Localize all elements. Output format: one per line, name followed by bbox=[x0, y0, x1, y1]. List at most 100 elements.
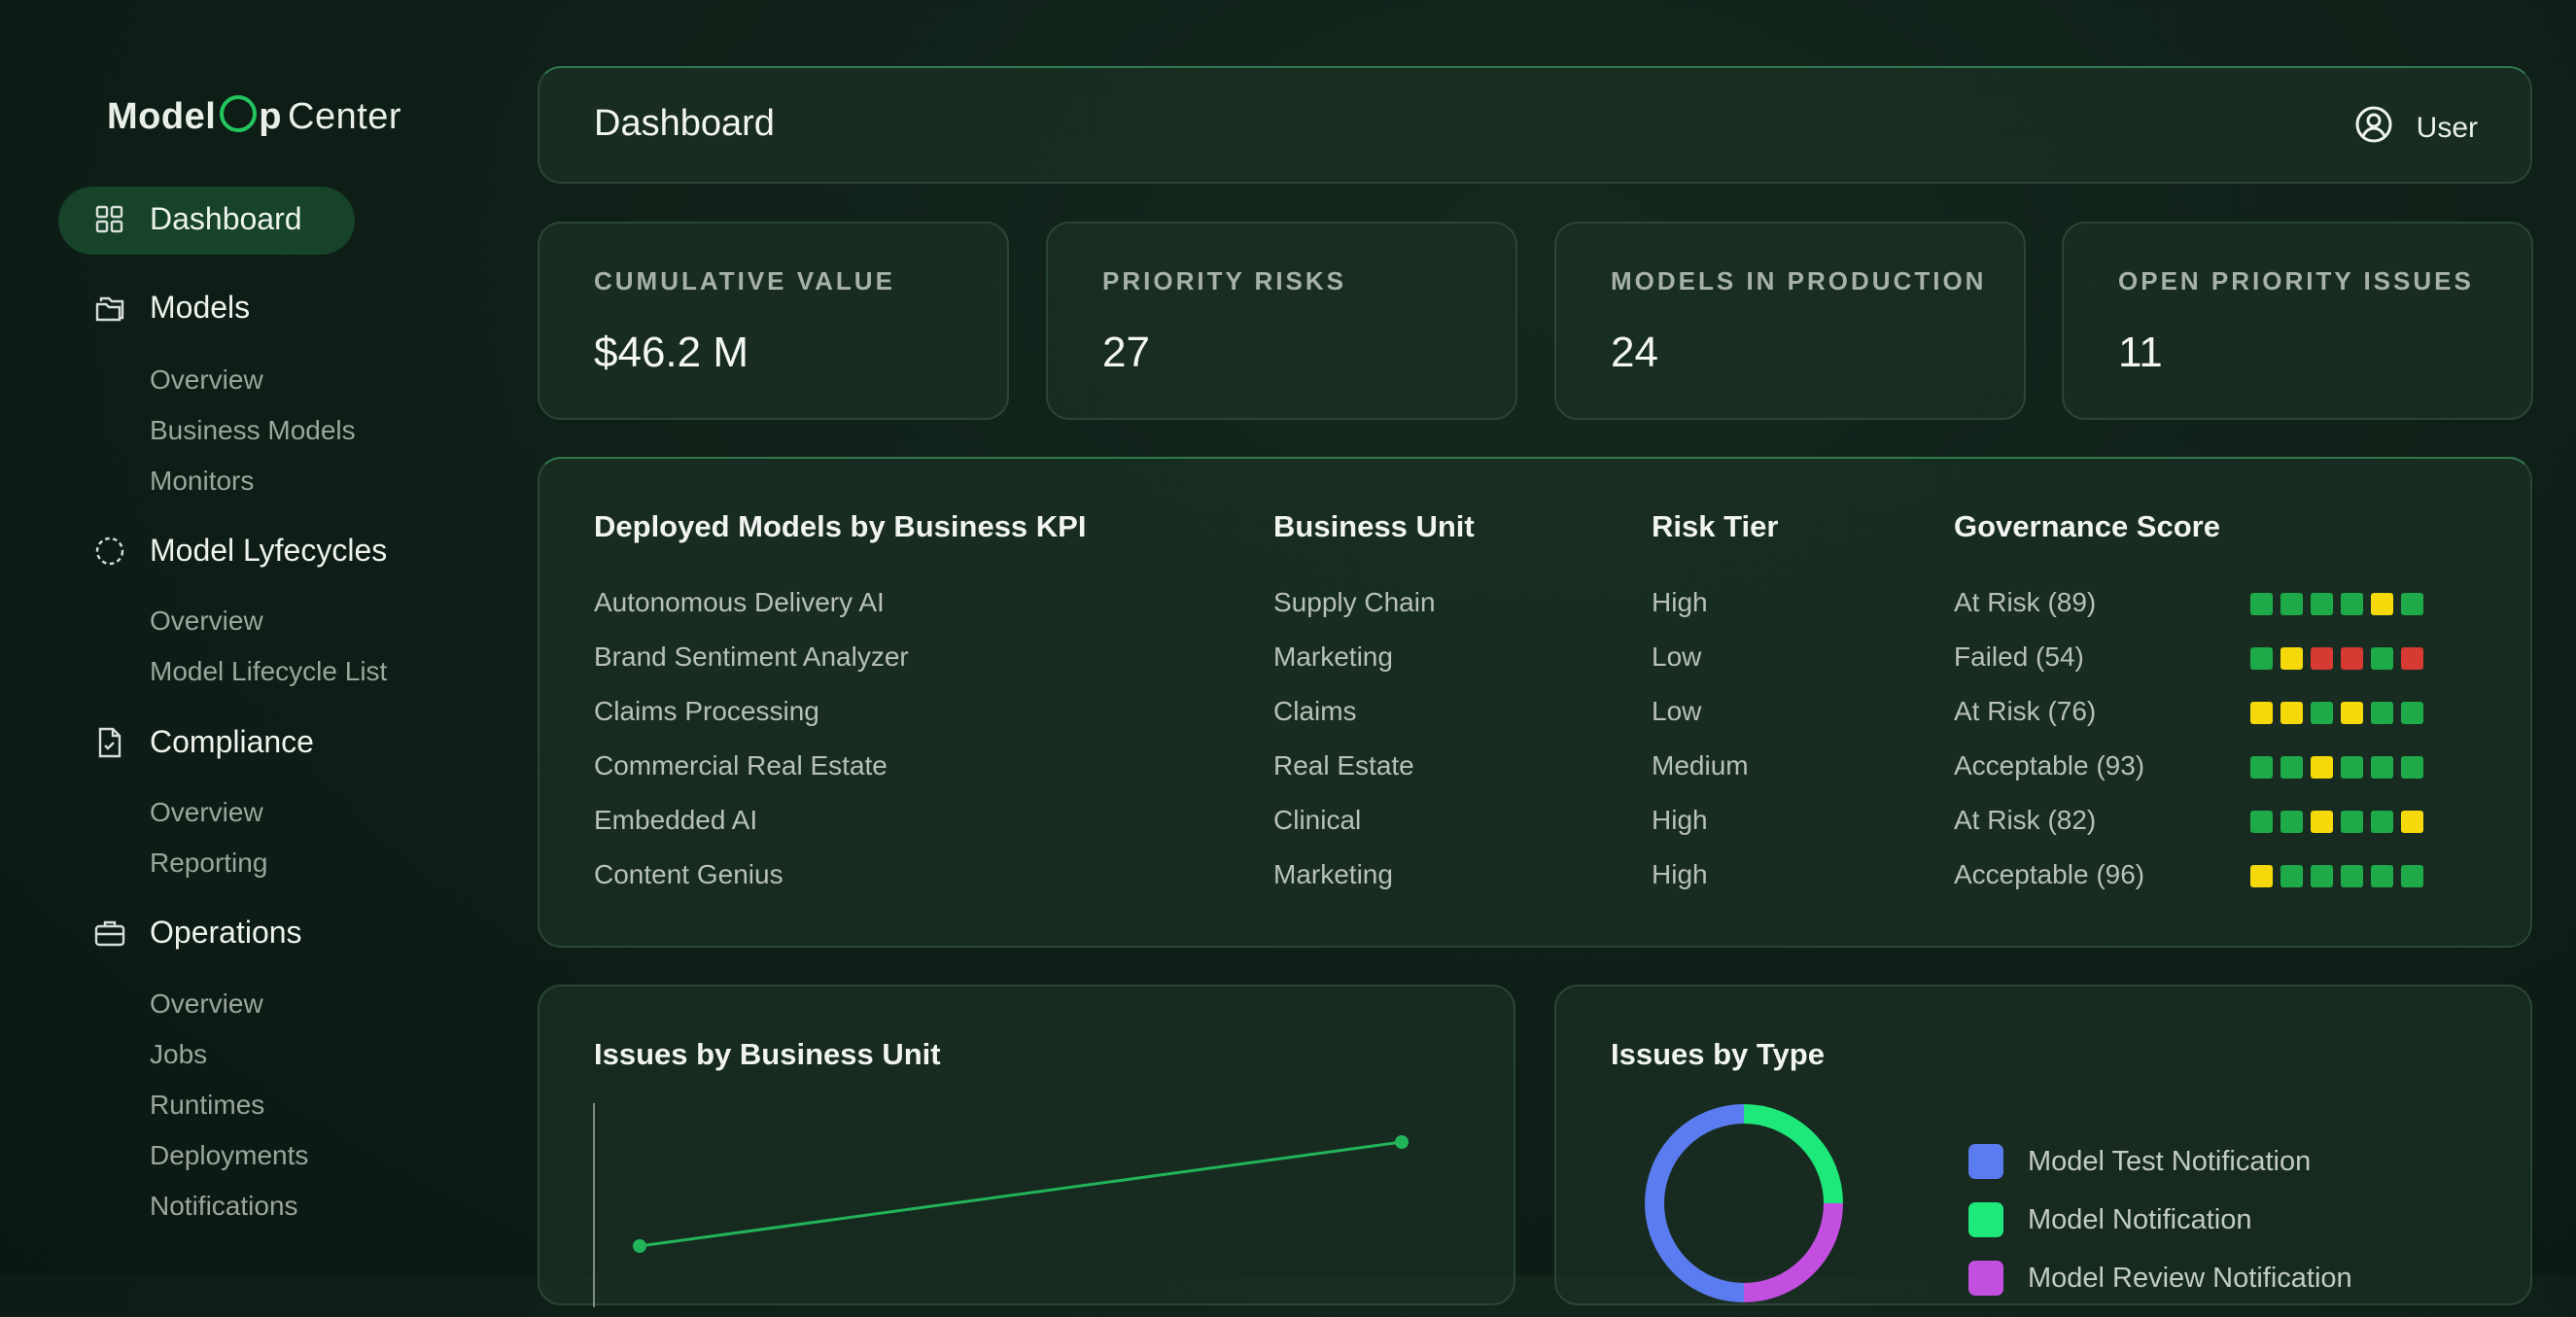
sidebar-subitem-notifications[interactable]: Notifications bbox=[150, 1191, 298, 1222]
series-line bbox=[639, 1140, 1403, 1248]
governance-score-blocks bbox=[2250, 702, 2423, 724]
governance-score-blocks bbox=[2250, 593, 2423, 615]
cell-business-unit: Supply Chain bbox=[1273, 587, 1436, 617]
cell-governance-score: At Risk (82) bbox=[1954, 805, 2097, 835]
cell-business-unit: Marketing bbox=[1273, 859, 1393, 889]
cell-model-name[interactable]: Embedded AI bbox=[594, 805, 757, 836]
app-logo[interactable]: Model p Center bbox=[107, 95, 401, 138]
score-block bbox=[2250, 647, 2273, 670]
score-block bbox=[2341, 702, 2363, 724]
sidebar-item-operations[interactable]: Operations bbox=[93, 915, 302, 951]
score-block bbox=[2280, 865, 2303, 887]
cell-risk-tier: Medium bbox=[1652, 750, 1749, 780]
legend-item-model-test-notification: Model Test Notification bbox=[1968, 1144, 2311, 1179]
donut-segment-model-test-notification bbox=[1645, 1104, 1745, 1302]
sidebar-subitem-reporting[interactable]: Reporting bbox=[150, 848, 267, 879]
sidebar-subitem-models-overview[interactable]: Overview bbox=[150, 364, 263, 396]
cell-model-name[interactable]: Brand Sentiment Analyzer bbox=[594, 641, 909, 673]
score-block bbox=[2280, 593, 2303, 615]
cell-governance-score: At Risk (89) bbox=[1954, 587, 2097, 617]
sidebar-subitem-monitors[interactable]: Monitors bbox=[150, 466, 254, 497]
score-block bbox=[2341, 811, 2363, 833]
chart-title: Issues by Type bbox=[1611, 1037, 1825, 1071]
sidebar-subitem-operations-overview[interactable]: Overview bbox=[150, 988, 263, 1020]
score-block bbox=[2250, 756, 2273, 779]
score-block bbox=[2341, 647, 2363, 670]
score-block bbox=[2250, 702, 2273, 724]
column-header-risk-tier: Risk Tier bbox=[1652, 509, 1779, 543]
cell-model-name[interactable]: Content Genius bbox=[594, 859, 783, 890]
sidebar-subitem-lifecycles-overview[interactable]: Overview bbox=[150, 606, 263, 637]
sidebar-subitem-compliance-overview[interactable]: Overview bbox=[150, 797, 263, 828]
sidebar-item-label: Compliance bbox=[150, 724, 314, 759]
sidebar-item-compliance[interactable]: Compliance bbox=[93, 724, 314, 760]
legend-item-model-review-notification: Model Review Notification bbox=[1968, 1261, 2352, 1296]
sidebar-subitem-deployments[interactable]: Deployments bbox=[150, 1140, 308, 1171]
cell-business-unit: Clinical bbox=[1273, 805, 1362, 835]
score-block bbox=[2311, 811, 2333, 833]
score-block bbox=[2371, 647, 2393, 670]
score-block bbox=[2401, 647, 2423, 670]
cell-model-name[interactable]: Claims Processing bbox=[594, 696, 819, 727]
deployed-models-table: Deployed Models by Business KPI Business… bbox=[538, 457, 2532, 948]
dashed-circle-icon bbox=[93, 535, 126, 568]
cell-risk-tier: High bbox=[1652, 859, 1708, 889]
grid-icon bbox=[93, 203, 126, 236]
issues-line-chart bbox=[593, 1103, 1409, 1307]
sidebar-item-models[interactable]: Models bbox=[93, 290, 250, 326]
sidebar-subitem-jobs[interactable]: Jobs bbox=[150, 1039, 207, 1070]
logo-text-model: Model bbox=[107, 96, 217, 137]
sidebar-subitem-model-lifecycle-list[interactable]: Model Lifecycle List bbox=[150, 656, 387, 687]
stat-card-models-in-production: MODELS IN PRODUCTION 24 bbox=[1554, 222, 2026, 420]
sidebar-item-label: Models bbox=[150, 290, 251, 325]
score-block bbox=[2250, 865, 2273, 887]
stat-label: MODELS IN PRODUCTION bbox=[1611, 266, 1987, 295]
score-block bbox=[2280, 647, 2303, 670]
score-block bbox=[2401, 702, 2423, 724]
cell-business-unit: Marketing bbox=[1273, 641, 1393, 672]
cell-model-name[interactable]: Commercial Real Estate bbox=[594, 750, 888, 781]
sidebar-subitem-runtimes[interactable]: Runtimes bbox=[150, 1090, 264, 1121]
legend-item-model-notification: Model Notification bbox=[1968, 1202, 2252, 1237]
sidebar-subitem-business-models[interactable]: Business Models bbox=[150, 415, 356, 446]
stat-value: 24 bbox=[1611, 329, 1658, 376]
sidebar-item-dashboard[interactable]: Dashboard bbox=[93, 201, 302, 237]
governance-score-blocks bbox=[2250, 811, 2423, 833]
user-circle-icon bbox=[2354, 105, 2393, 152]
score-block bbox=[2341, 593, 2363, 615]
score-block bbox=[2341, 756, 2363, 779]
user-label: User bbox=[2416, 112, 2478, 144]
column-header-business-unit: Business Unit bbox=[1273, 509, 1475, 543]
sidebar-item-label: Model Lyfecycles bbox=[150, 533, 388, 568]
cell-governance-score: Failed (54) bbox=[1954, 641, 2084, 672]
stat-label: OPEN PRIORITY ISSUES bbox=[2118, 266, 2474, 295]
data-point bbox=[1395, 1135, 1409, 1149]
score-block bbox=[2371, 593, 2393, 615]
score-block bbox=[2250, 811, 2273, 833]
sidebar-item-model-lyfecycles[interactable]: Model Lyfecycles bbox=[93, 533, 387, 569]
cell-model-name[interactable]: Autonomous Delivery AI bbox=[594, 587, 885, 618]
legend-label: Model Review Notification bbox=[2028, 1262, 2352, 1294]
cell-governance-score: At Risk (76) bbox=[1954, 696, 2097, 726]
sidebar-item-label: Operations bbox=[150, 915, 302, 950]
stat-value: 27 bbox=[1102, 329, 1150, 376]
sidebar-item-label: Dashboard bbox=[150, 201, 302, 236]
legend-swatch bbox=[1968, 1202, 2003, 1237]
logo-text-center: Center bbox=[288, 96, 402, 137]
score-block bbox=[2280, 811, 2303, 833]
score-block bbox=[2311, 756, 2333, 779]
score-block bbox=[2371, 702, 2393, 724]
legend-label: Model Test Notification bbox=[2028, 1145, 2312, 1177]
issues-donut-chart bbox=[1645, 1104, 1843, 1302]
score-block bbox=[2371, 811, 2393, 833]
cell-governance-score: Acceptable (96) bbox=[1954, 859, 2145, 889]
governance-score-blocks bbox=[2250, 865, 2423, 887]
score-block bbox=[2311, 593, 2333, 615]
governance-score-blocks bbox=[2250, 756, 2423, 779]
score-block bbox=[2401, 865, 2423, 887]
user-menu[interactable]: User bbox=[2354, 105, 2478, 152]
sidebar: Model p Center Dashboard Models Overview B… bbox=[0, 0, 505, 1275]
column-header-model: Deployed Models by Business KPI bbox=[594, 509, 1087, 543]
folders-icon bbox=[93, 292, 126, 325]
logo-text-p: p bbox=[259, 96, 282, 137]
